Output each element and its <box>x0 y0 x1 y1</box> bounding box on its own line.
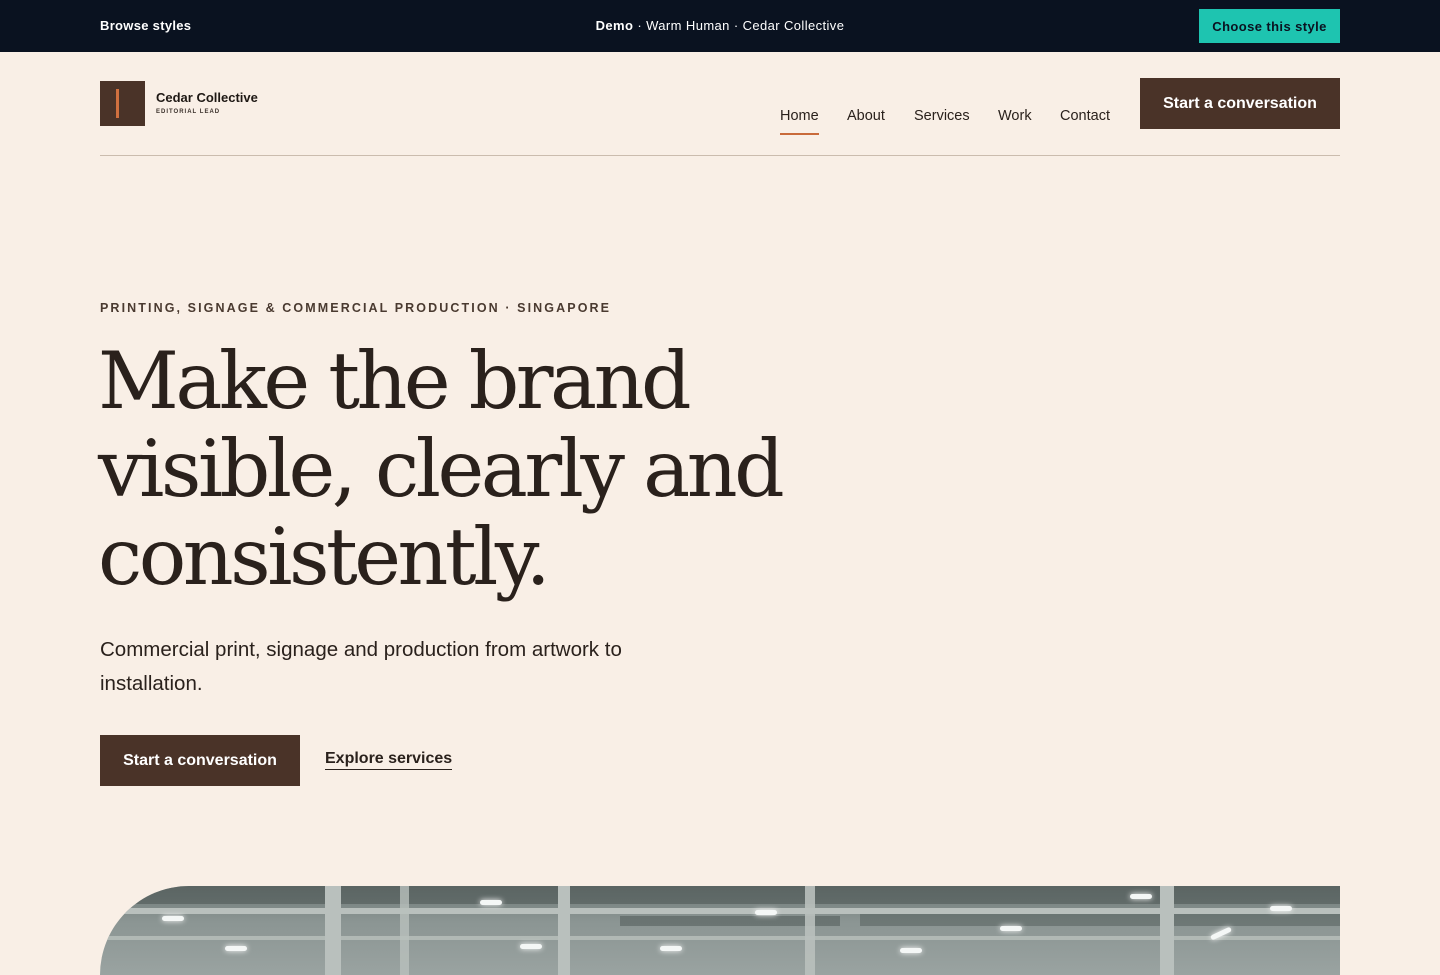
header-divider <box>100 155 1340 156</box>
nav-home[interactable]: Home <box>780 108 819 135</box>
nav-work[interactable]: Work <box>998 108 1032 124</box>
nav-contact[interactable]: Contact <box>1060 108 1110 124</box>
hero-eyebrow: PRINTING, SIGNAGE & COMMERCIAL PRODUCTIO… <box>100 301 612 315</box>
demo-context-text: · Warm Human · Cedar Collective <box>637 18 845 33</box>
demo-bar: Browse styles Demo · Warm Human · Cedar … <box>0 0 1440 52</box>
explore-services-link[interactable]: Explore services <box>325 750 453 770</box>
brand-logo-icon[interactable] <box>100 81 145 126</box>
hero-headline: Make the brand visible, clearly and cons… <box>98 335 785 603</box>
brand-tagline: EDITORIAL LEAD <box>156 109 221 115</box>
choose-style-button[interactable]: Choose this style <box>1199 9 1340 43</box>
demo-label: Demo <box>595 18 634 33</box>
hero-warehouse-image <box>100 886 1340 975</box>
logo-accent-bar <box>116 89 119 118</box>
hero-lede: Commercial print, signage and production… <box>100 638 622 695</box>
brand-name[interactable]: Cedar Collective <box>156 90 258 105</box>
header-start-conversation-button[interactable]: Start a conversation <box>1140 78 1340 129</box>
nav-about[interactable]: About <box>847 108 885 124</box>
nav-services[interactable]: Services <box>914 108 970 124</box>
hero-start-conversation-button[interactable]: Start a conversation <box>100 735 300 786</box>
